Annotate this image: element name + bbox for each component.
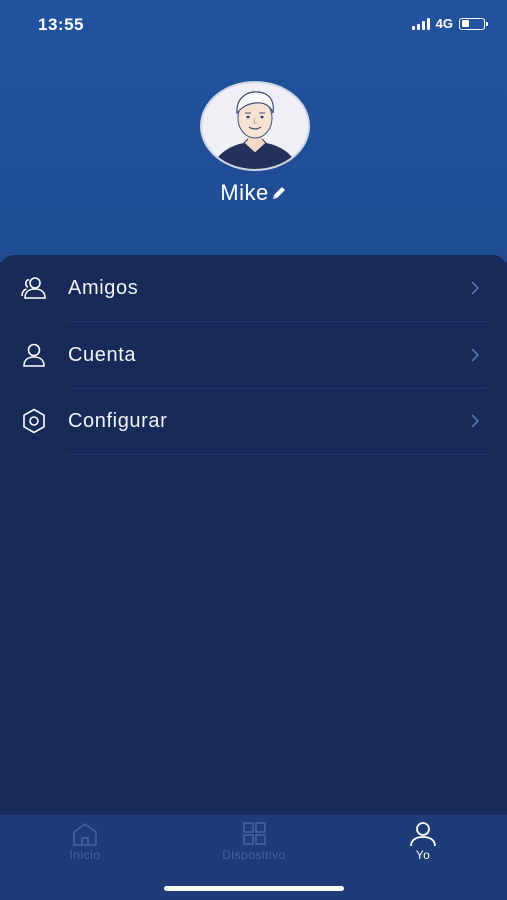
status-indicators: 4G xyxy=(411,16,488,31)
username: Mike xyxy=(220,180,269,205)
hexagon-settings-icon xyxy=(20,407,48,435)
grid-icon xyxy=(194,821,314,847)
user-avatar-icon xyxy=(200,81,310,171)
menu-item-amigos[interactable]: Amigos xyxy=(0,255,507,321)
chevron-right-icon xyxy=(469,280,481,296)
tab-dispositivo[interactable]: Dispositivo xyxy=(194,821,314,862)
friends-icon xyxy=(20,274,48,302)
pencil-icon[interactable] xyxy=(271,181,287,207)
chevron-right-icon xyxy=(469,347,481,363)
home-indicator[interactable] xyxy=(164,886,344,891)
menu-panel: Amigos Cuenta Configurar xyxy=(0,255,507,815)
tab-label-inicio: Inicio xyxy=(69,848,101,862)
menu-label-cuenta: Cuenta xyxy=(68,343,137,366)
tab-label-yo: Yo xyxy=(415,848,431,862)
user-icon xyxy=(20,341,48,369)
menu-divider xyxy=(68,454,487,455)
avatar[interactable] xyxy=(200,81,310,171)
tab-yo[interactable]: Yo xyxy=(363,821,483,862)
user-icon xyxy=(363,821,483,847)
signal-icon xyxy=(411,17,430,30)
status-time: 13:55 xyxy=(38,15,84,34)
menu-label-amigos: Amigos xyxy=(68,276,139,299)
menu-item-configurar[interactable]: Configurar xyxy=(0,388,507,454)
profile-header: 13:55 4G Mike xyxy=(0,0,507,262)
network-type: 4G xyxy=(435,16,453,31)
battery-level xyxy=(461,20,469,27)
menu-item-cuenta[interactable]: Cuenta xyxy=(0,322,507,388)
chevron-right-icon xyxy=(469,413,481,429)
tab-inicio[interactable]: Inicio xyxy=(25,821,145,862)
home-icon xyxy=(25,821,145,847)
menu-label-configurar: Configurar xyxy=(68,409,168,432)
battery-icon xyxy=(459,17,488,30)
username-row[interactable]: Mike xyxy=(0,180,507,207)
status-bar: 13:55 4G xyxy=(0,0,507,50)
tab-label-dispositivo: Dispositivo xyxy=(222,848,286,862)
